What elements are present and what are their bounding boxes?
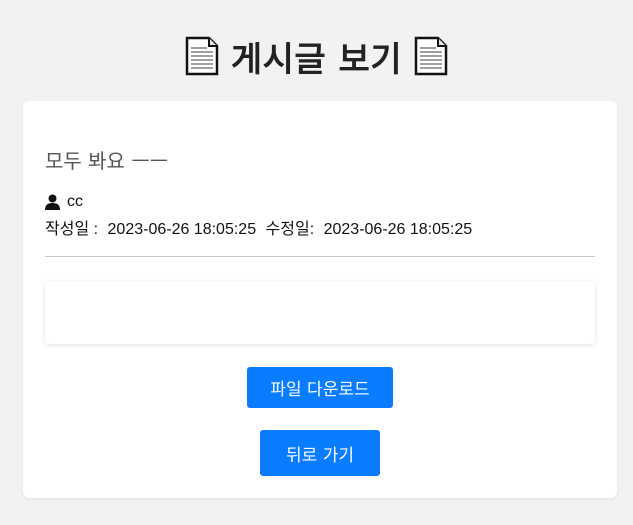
- page-header: 게시글 보기: [0, 28, 633, 84]
- back-button[interactable]: 뒤로 가기: [260, 430, 380, 476]
- author-name: cc: [67, 193, 83, 210]
- updated-date: 2023-06-26 18:05:25: [323, 221, 473, 238]
- user-icon: [45, 194, 60, 210]
- post-title: 모두 봐요 ㅡㅡ: [45, 149, 169, 173]
- post-content: [45, 281, 595, 344]
- author-row: cc: [45, 193, 83, 211]
- divider: [45, 256, 595, 257]
- document-icon: [414, 36, 448, 76]
- file-download-button[interactable]: 파일 다운로드: [247, 367, 393, 408]
- created-date: 2023-06-26 18:05:25: [107, 221, 257, 238]
- page-title: 게시글 보기: [230, 39, 403, 80]
- document-icon: [185, 36, 219, 76]
- post-card: 모두 봐요 ㅡㅡ cc 작성일 : 2023-06-26 18:05:25 수정…: [23, 101, 617, 498]
- updated-label: 수정일:: [265, 221, 315, 238]
- post-dates: 작성일 : 2023-06-26 18:05:25 수정일: 2023-06-2…: [45, 215, 472, 239]
- created-label: 작성일 :: [45, 221, 99, 238]
